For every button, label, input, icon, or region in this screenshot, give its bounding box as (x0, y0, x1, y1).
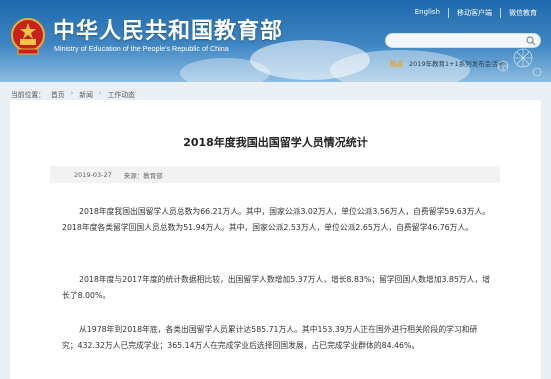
article-meta: 2019-03-27 来源：教育部 (50, 166, 500, 183)
breadcrumb-separator: › (70, 89, 74, 97)
link-mobile-client[interactable]: 移动客户端 (449, 8, 501, 18)
breadcrumb-separator: › (98, 89, 102, 97)
site-title[interactable]: 中华人民共和国教育部 (53, 13, 283, 45)
article-panel: 2018年度我国出国留学人员情况统计 2019-03-27 来源：教育部 201… (10, 100, 541, 379)
news-hot-label: 热点 (390, 60, 403, 68)
cloud-decoration (180, 58, 270, 82)
link-wechat[interactable]: 微信教育 (501, 8, 537, 18)
article-date: 2019-03-27 (74, 170, 112, 179)
article-paragraph: 2018年度与2017年度的统计数据相比较，出国留学人数增加5.37万人，增长8… (62, 275, 491, 300)
dandelion-decoration-icon (497, 48, 542, 77)
breadcrumb: 当前位置： 首页 › 新闻 › 工作动态 (11, 89, 135, 99)
breadcrumb-label: 当前位置： (11, 91, 45, 99)
breadcrumb-item-home[interactable]: 首页 (51, 89, 65, 99)
breadcrumb-item-work-news[interactable]: 工作动态 (108, 89, 135, 99)
article-title: 2018年度我国出国留学人员情况统计 (183, 136, 368, 149)
site-subtitle: Ministry of Education of the People's Re… (54, 44, 229, 53)
site-header: 中华人民共和国教育部 Ministry of Education of the … (0, 0, 551, 82)
article-paragraph: 从1978年到2018年底，各类出国留学人员累计达585.71万人。其中153.… (62, 325, 478, 350)
top-links: English 移动客户端 微信教育 (407, 8, 537, 18)
article-paragraph: 2018年度我国出国留学人员总数为66.21万人。其中，国家公派3.02万人，单… (62, 207, 491, 232)
link-english[interactable]: English (407, 8, 449, 18)
article-source: 来源：教育部 (123, 171, 163, 180)
national-emblem-icon (11, 18, 45, 55)
breadcrumb-item-news[interactable]: 新闻 (79, 89, 93, 99)
